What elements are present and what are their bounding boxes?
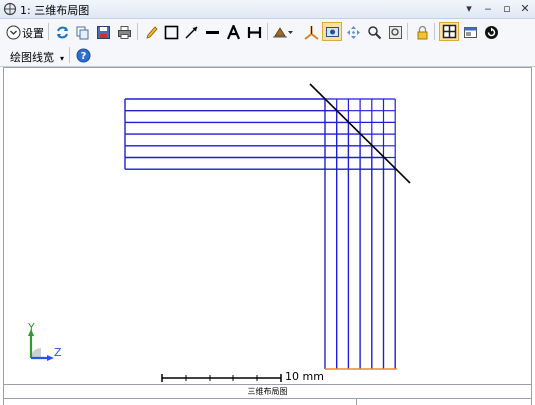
scale-bar	[161, 374, 282, 382]
z-axis-arrow-icon	[47, 355, 54, 361]
ray-path	[125, 121, 350, 369]
scale-bar-label: 10 mm	[285, 370, 324, 383]
caption-text: 三维布局图	[247, 387, 288, 396]
table-divider	[356, 399, 357, 405]
optical-layout-drawing: Y Z	[27, 83, 411, 382]
axis-y-label: Y	[27, 321, 35, 334]
ray-path	[125, 168, 396, 369]
caption-bar: 三维布局图	[3, 385, 532, 399]
ray-bundle	[124, 98, 396, 369]
axis-z-label: Z	[54, 346, 62, 359]
axis-arc	[31, 348, 41, 358]
info-table	[3, 399, 532, 405]
ray-path	[125, 98, 326, 369]
ray-path	[125, 156, 385, 369]
ray-path	[125, 109, 338, 369]
ray-path	[125, 145, 373, 369]
